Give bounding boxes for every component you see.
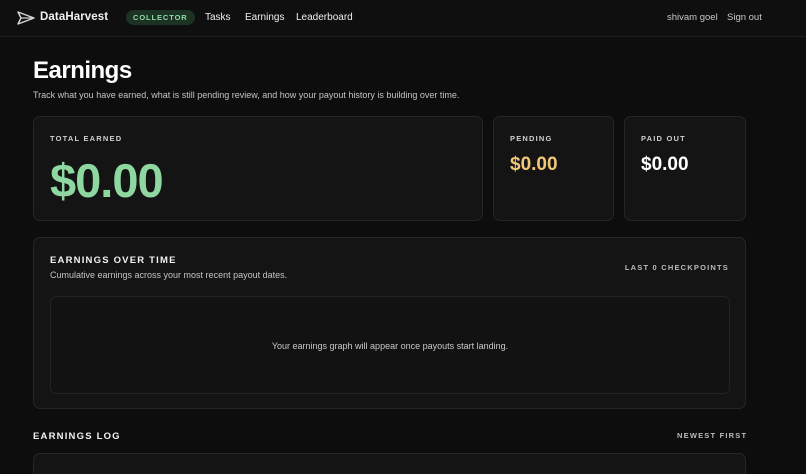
brand-name[interactable]: DataHarvest — [40, 11, 108, 23]
total-earned-card: TOTAL EARNED $0.00 — [33, 116, 483, 221]
paid-out-label: PAID OUT — [641, 134, 686, 143]
page-title: Earnings — [33, 57, 132, 84]
paid-out-value: $0.00 — [641, 154, 689, 175]
nav-leaderboard[interactable]: Leaderboard — [296, 12, 353, 23]
paid-out-card: PAID OUT $0.00 — [624, 116, 746, 221]
nav-tasks[interactable]: Tasks — [205, 12, 231, 23]
chart-range-label: LAST 0 CHECKPOINTS — [624, 263, 729, 272]
earnings-over-time-card: EARNINGS OVER TIME Cumulative earnings a… — [33, 237, 746, 409]
role-badge: COLLECTOR — [126, 10, 195, 25]
chart-title: EARNINGS OVER TIME — [50, 255, 177, 266]
page-subtitle: Track what you have earned, what is stil… — [33, 90, 460, 100]
earnings-log-title: EARNINGS LOG — [33, 431, 121, 442]
chart-area: Your earnings graph will appear once pay… — [50, 296, 730, 394]
top-navigation-bar: DataHarvest COLLECTOR Tasks Earnings Lea… — [0, 0, 806, 37]
pending-card: PENDING $0.00 — [493, 116, 614, 221]
user-name: shivam goel — [667, 12, 718, 23]
chart-empty-message: Your earnings graph will appear once pay… — [271, 341, 509, 351]
earnings-log-card — [33, 453, 746, 474]
total-earned-value: $0.00 — [50, 154, 164, 207]
paper-plane-icon — [17, 11, 35, 25]
sign-out-link[interactable]: Sign out — [727, 12, 762, 23]
total-earned-label: TOTAL EARNED — [50, 134, 123, 143]
earnings-log-sort[interactable]: NEWEST FIRST — [677, 431, 747, 440]
nav-earnings[interactable]: Earnings — [245, 12, 284, 23]
chart-description: Cumulative earnings across your most rec… — [50, 270, 288, 280]
pending-value: $0.00 — [510, 154, 558, 175]
pending-label: PENDING — [510, 134, 553, 143]
